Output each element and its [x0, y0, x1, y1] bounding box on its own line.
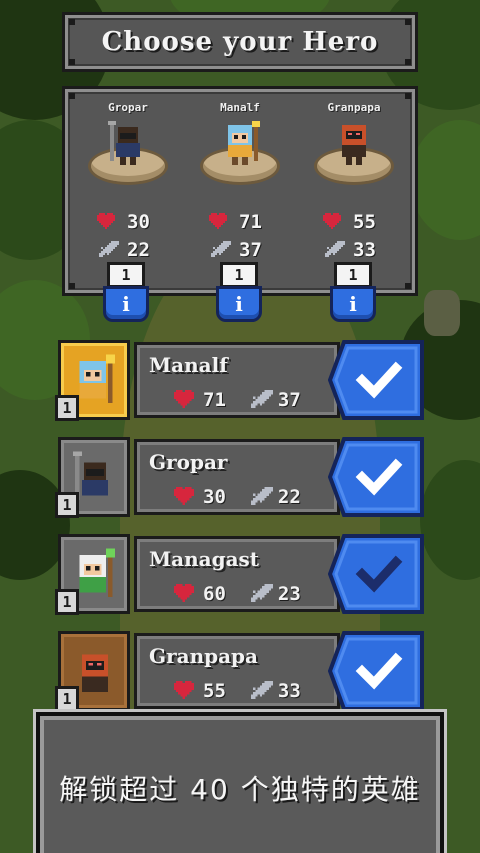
- rock: [424, 290, 460, 336]
- hero-card[interactable]: 1: [55, 631, 130, 712]
- sword-icon: [250, 390, 274, 408]
- heart-icon: [209, 213, 227, 229]
- hero-info-bar: Granpapa 55 33: [134, 633, 340, 709]
- level-badge: 1: [55, 589, 79, 615]
- hero-name: Gropar: [108, 101, 148, 114]
- info-badge-granpapa[interactable]: 1 i: [328, 262, 378, 328]
- level-badge: 1: [220, 262, 258, 288]
- hero-stats: 60 23: [173, 583, 301, 605]
- hp-value: 71: [203, 389, 226, 411]
- hero-portrait-gropar: [73, 451, 109, 500]
- sword-icon: [250, 487, 274, 505]
- hero-row-granpapa[interactable]: 1 Granpapa 55 33: [55, 631, 426, 713]
- hero-stats: 30 22: [173, 486, 301, 508]
- attack-value: 37: [277, 389, 301, 411]
- hero-name: Manalf: [220, 101, 260, 114]
- hero-sprite-gropar: [108, 121, 140, 165]
- promo-text: 解锁超过 40 个独特的英雄: [59, 773, 421, 806]
- hp-value: 30: [203, 486, 226, 508]
- attack-value: 22: [277, 486, 301, 508]
- select-button[interactable]: [328, 631, 426, 711]
- hero-sprite-manalf: [228, 121, 260, 165]
- select-button[interactable]: [328, 534, 426, 614]
- hero-portrait-granpapa: [81, 654, 109, 692]
- level-badge: 1: [334, 262, 372, 288]
- info-icon[interactable]: i: [103, 286, 149, 322]
- hero-row-manalf[interactable]: 1 Manalf 71 37: [55, 340, 426, 422]
- attack-value: 33: [353, 239, 376, 261]
- heart-icon: [323, 213, 341, 229]
- hp-value: 71: [239, 211, 262, 233]
- level-badge: 1: [107, 262, 145, 288]
- hero-row-gropar[interactable]: 1 Gropar 30 22: [55, 437, 426, 519]
- title-panel: Choose your Hero: [62, 12, 418, 72]
- hero-name: Granpapa: [149, 644, 259, 668]
- info-icon[interactable]: i: [216, 286, 262, 322]
- hero-stats: 55 33: [173, 680, 301, 702]
- hp-value: 30: [127, 211, 150, 233]
- info-badge-gropar[interactable]: 1 i: [101, 262, 151, 328]
- hero-info-bar: Gropar 30 22: [134, 439, 340, 515]
- attack-stat: 37: [209, 239, 262, 261]
- hp-stat: 55: [323, 211, 376, 233]
- hero-name: Manalf: [149, 353, 228, 377]
- level-badge: 1: [55, 395, 79, 421]
- attack-value: 33: [277, 680, 301, 702]
- hero-portrait-managast: [79, 548, 115, 597]
- heart-icon: [173, 584, 194, 602]
- hero-name: Gropar: [149, 450, 228, 474]
- tree: [420, 460, 480, 580]
- hero-card[interactable]: 1: [55, 534, 130, 615]
- info-badge-manalf[interactable]: 1 i: [214, 262, 264, 328]
- attack-value: 23: [277, 583, 301, 605]
- heart-icon: [173, 681, 194, 699]
- sword-icon: [250, 584, 274, 602]
- hero-name: Managast: [149, 547, 260, 571]
- attack-stat: 33: [323, 239, 376, 261]
- level-badge: 1: [55, 686, 79, 712]
- page-title: Choose your Hero: [101, 27, 379, 57]
- hero-name: Granpapa: [327, 101, 381, 114]
- select-button[interactable]: [328, 340, 426, 420]
- heart-icon: [173, 487, 194, 505]
- hp-value: 60: [203, 583, 226, 605]
- hero-card[interactable]: 1: [55, 340, 130, 421]
- level-badge: 1: [55, 492, 79, 518]
- hp-stat: 71: [209, 211, 262, 233]
- hero-card[interactable]: 1: [55, 437, 130, 518]
- promo-banner: 解锁超过 40 个独特的英雄: [36, 712, 444, 853]
- hero-stats: 71 37: [173, 389, 301, 411]
- sword-icon: [325, 241, 345, 257]
- hero-info-bar: Managast 60 23: [134, 536, 340, 612]
- hero-info-bar: Manalf 71 37: [134, 342, 340, 418]
- sword-icon: [211, 241, 231, 257]
- hp-value: 55: [353, 211, 376, 233]
- sword-icon: [250, 681, 274, 699]
- info-icon[interactable]: i: [330, 286, 376, 322]
- select-button[interactable]: [328, 437, 426, 517]
- attack-stat: 22: [97, 239, 150, 261]
- hero-portrait-manalf: [79, 354, 115, 403]
- tree: [410, 120, 480, 240]
- hp-value: 55: [203, 680, 226, 702]
- attack-value: 22: [127, 239, 150, 261]
- heart-icon: [97, 213, 115, 229]
- hero-sprite-granpapa: [342, 125, 366, 165]
- hp-stat: 30: [97, 211, 150, 233]
- attack-value: 37: [239, 239, 262, 261]
- heart-icon: [173, 390, 194, 408]
- sword-icon: [99, 241, 119, 257]
- hero-row-managast[interactable]: 1 Managast 60 23: [55, 534, 426, 616]
